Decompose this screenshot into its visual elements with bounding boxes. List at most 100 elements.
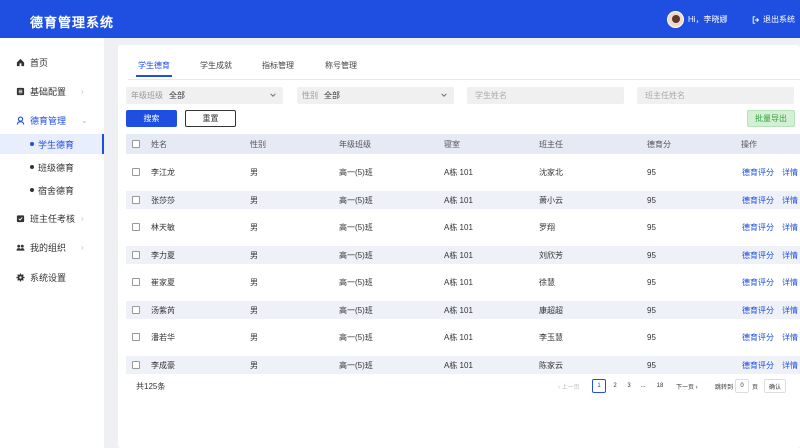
sidebar-item-teacher-assessment[interactable]: 班主任考核 › [0, 208, 104, 228]
logout-icon [752, 15, 760, 24]
sidebar-subitem-student-moral[interactable]: 学生德育 [0, 134, 104, 154]
cell-score: 95 [647, 195, 656, 205]
chevron-right-icon: › [81, 242, 84, 252]
cell-teacher: 康超超 [539, 305, 563, 315]
page-1-button[interactable]: 1 [592, 379, 606, 393]
batch-export-button[interactable]: 批量导出 [747, 110, 795, 127]
row-checkbox[interactable] [132, 223, 140, 231]
moral-score-link[interactable]: 德育评分 [742, 332, 774, 343]
grade-class-select[interactable]: 年级班级 全部 [126, 87, 283, 104]
prev-page-button[interactable]: ‹ 上一页 [558, 379, 580, 393]
tab-student-moral[interactable]: 学生德育 [136, 60, 172, 77]
row-checkbox[interactable] [132, 168, 140, 176]
row-checkbox[interactable] [132, 196, 140, 204]
chevron-right-icon: › [81, 213, 84, 223]
row-actions: 德育评分 详情 [742, 356, 798, 374]
teacher-name-input[interactable]: 班主任姓名 [637, 87, 794, 104]
reset-button[interactable]: 重置 [185, 110, 236, 127]
row-checkbox[interactable] [132, 361, 140, 369]
table-row: 崔家夏 男 高一(5)班 A栋 101 徐慧 95 德育评分 详情 [126, 273, 800, 291]
chevron-right-icon: › [81, 86, 84, 96]
table-row: 李力夏 男 高一(5)班 A栋 101 刘欣芳 95 德育评分 详情 [126, 246, 800, 264]
detail-link[interactable]: 详情 [782, 332, 798, 343]
student-name-input[interactable]: 学生姓名 [467, 87, 624, 104]
header-ops: 操作 [741, 139, 757, 149]
avatar[interactable] [667, 11, 684, 28]
sidebar-item-basic-config[interactable]: 基础配置 › [0, 81, 104, 101]
header-teacher: 班主任 [539, 139, 563, 149]
page-2-button[interactable]: 2 [608, 379, 622, 393]
confirm-jump-button[interactable]: 确认 [764, 379, 786, 393]
app-title: 德育管理系统 [30, 15, 115, 30]
cell-dorm: A栋 101 [444, 305, 473, 315]
detail-link[interactable]: 详情 [782, 195, 798, 206]
cell-score: 95 [647, 250, 656, 260]
detail-link[interactable]: 详情 [782, 250, 798, 261]
header-dorm: 寝室 [444, 139, 460, 149]
cell-class: 高一(5)班 [339, 222, 373, 232]
select-all-checkbox[interactable] [132, 140, 140, 148]
tab-student-achievement[interactable]: 学生成就 [200, 60, 232, 71]
jump-page-input[interactable]: 0 [735, 379, 749, 393]
row-checkbox[interactable] [132, 251, 140, 259]
logout-button[interactable]: 退出系统 [752, 14, 795, 25]
sidebar-item-label: 系统设置 [30, 272, 67, 283]
detail-link[interactable]: 详情 [782, 360, 798, 371]
table-row: 林天敏 男 高一(5)班 A栋 101 罗翔 95 德育评分 详情 [126, 218, 800, 236]
cell-class: 高一(5)班 [339, 195, 373, 205]
grade-class-value: 全部 [169, 91, 185, 100]
user-greeting: Hi，李晓娜 [688, 15, 728, 24]
moral-score-link[interactable]: 德育评分 [742, 250, 774, 261]
pagination: ‹ 上一页 1 2 3 ... 18 下一页 › 跳转到 0 页 确认 [118, 379, 800, 393]
table-row: 汤紫芮 男 高一(5)班 A栋 101 康超超 95 德育评分 详情 [126, 301, 800, 319]
cell-score: 95 [647, 332, 656, 342]
cell-name: 李力夏 [151, 250, 175, 260]
row-checkbox[interactable] [132, 306, 140, 314]
list-icon [16, 87, 25, 96]
cell-name: 汤紫芮 [151, 305, 175, 315]
detail-link[interactable]: 详情 [782, 167, 798, 178]
gender-select[interactable]: 性别 全部 [297, 87, 454, 104]
sidebar-item-system-settings[interactable]: 系统设置 [0, 267, 104, 287]
cell-gender: 男 [250, 332, 258, 342]
search-button[interactable]: 搜索 [126, 110, 177, 127]
row-actions: 德育评分 详情 [742, 218, 798, 236]
moral-score-link[interactable]: 德育评分 [742, 277, 774, 288]
detail-link[interactable]: 详情 [782, 277, 798, 288]
sidebar-subitem-dorm-moral[interactable]: 宿舍德育 [0, 180, 104, 200]
moral-score-link[interactable]: 德育评分 [742, 167, 774, 178]
next-page-button[interactable]: 下一页 › [676, 379, 698, 393]
tab-divider [128, 79, 800, 80]
moral-score-link[interactable]: 德育评分 [742, 305, 774, 316]
logout-label: 退出系统 [763, 15, 795, 24]
sidebar-subitem-class-moral[interactable]: 班级德育 [0, 157, 104, 177]
row-checkbox[interactable] [132, 278, 140, 286]
sidebar-item-label: 首页 [30, 57, 49, 68]
detail-link[interactable]: 详情 [782, 222, 798, 233]
page-unit-label: 页 [752, 384, 759, 391]
sidebar-item-home[interactable]: 首页 [0, 52, 104, 72]
page-ellipsis: ... [640, 383, 646, 389]
page-18-button[interactable]: 18 [653, 379, 667, 393]
cell-teacher: 萧小云 [539, 195, 563, 205]
sidebar-item-moral-management[interactable]: 德育管理 ⌄ [0, 110, 104, 130]
page-3-button[interactable]: 3 [622, 379, 636, 393]
tab-title-management[interactable]: 称号管理 [325, 60, 357, 71]
sidebar-subitem-label: 宿舍德育 [38, 185, 75, 196]
row-actions: 德育评分 详情 [742, 301, 798, 319]
moral-score-link[interactable]: 德育评分 [742, 222, 774, 233]
detail-link[interactable]: 详情 [782, 305, 798, 316]
moral-icon [16, 115, 25, 125]
sidebar-item-my-organization[interactable]: 我的组织 › [0, 237, 104, 257]
main-card: 学生德育 学生成就 指标管理 称号管理 年级班级 全部 性别 全部 学生姓名 班… [118, 45, 800, 448]
gear-icon [16, 272, 25, 282]
moral-score-link[interactable]: 德育评分 [742, 360, 774, 371]
cell-teacher: 陈家云 [539, 360, 563, 370]
header-gender: 性别 [250, 139, 266, 149]
row-checkbox[interactable] [132, 333, 140, 341]
sidebar-item-label: 我的组织 [30, 242, 67, 253]
moral-score-link[interactable]: 德育评分 [742, 195, 774, 206]
tab-indicator-management[interactable]: 指标管理 [262, 60, 294, 71]
cell-teacher: 沈家北 [539, 167, 563, 177]
student-name-placeholder: 学生姓名 [475, 91, 507, 100]
